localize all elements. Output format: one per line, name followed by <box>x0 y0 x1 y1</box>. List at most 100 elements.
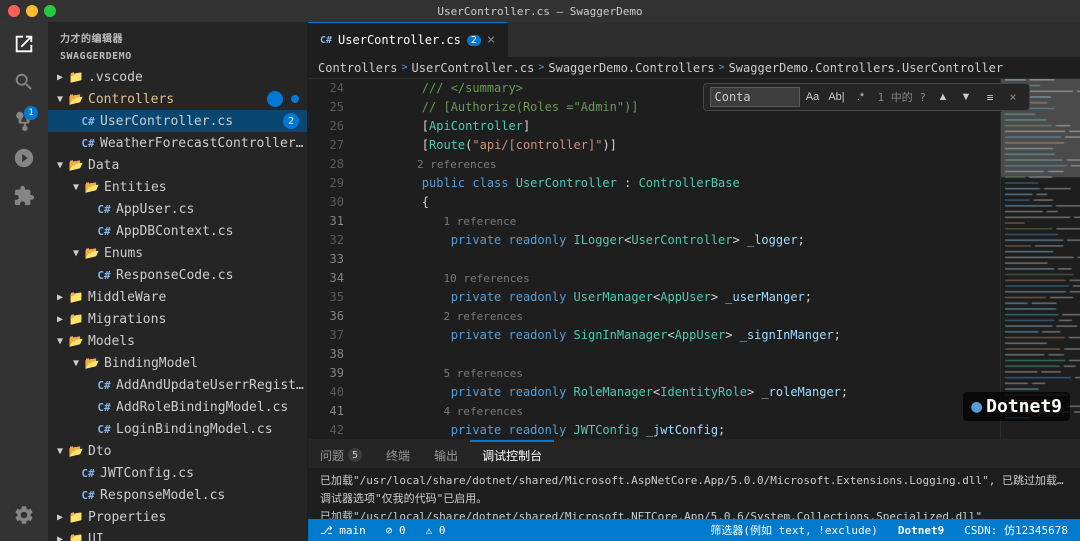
code-line: private readonly JWTConfig _jwtConfig; <box>356 421 1000 439</box>
code-line: [ApiController] <box>356 117 1000 136</box>
sidebar-item-controllers[interactable]: ▼ 📂 Controllers <box>48 88 307 110</box>
tab-close-icon[interactable]: × <box>487 32 495 48</box>
sidebar-item-middleware[interactable]: ▶ 📁 MiddleWare <box>48 286 307 308</box>
sidebar-item-vscode[interactable]: ▶ 📁 .vscode <box>48 66 307 88</box>
sidebar-item-addupdatemodel[interactable]: C# AddAndUpdateUserrRegisterBindingModel… <box>48 374 307 396</box>
maximize-button[interactable] <box>44 5 56 17</box>
breadcrumb-file[interactable]: UserController.cs <box>412 61 535 75</box>
collapse-arrow: ▶ <box>52 311 68 327</box>
status-dotnet9[interactable]: Dotnet9 <box>894 519 948 541</box>
sidebar-item-usercontroller[interactable]: C# UserController.cs 2 <box>48 110 307 132</box>
sidebar-item-migrations[interactable]: ▶ 📁 Migrations <box>48 308 307 330</box>
explorer-icon[interactable] <box>6 26 42 62</box>
sidebar-item-enums[interactable]: ▼ 📂 Enums <box>48 242 307 264</box>
panel-tab-output[interactable]: 输出 <box>422 440 470 468</box>
collapse-arrow: ▶ <box>52 509 68 525</box>
breadcrumb-namespace[interactable]: SwaggerDemo.Controllers <box>548 61 714 75</box>
line-numbers: 24 25 26 27 28 29 30 31 32 33 34 35 36 3… <box>308 79 356 439</box>
code-content[interactable]: /// </summary> // [Authorize(Roles ="Adm… <box>356 79 1000 439</box>
status-csdn[interactable]: CSDN: 仿12345678 <box>960 519 1072 541</box>
search-icon[interactable] <box>6 64 42 100</box>
code-line: 5 references <box>356 364 1000 383</box>
tab-badge: 2 <box>467 35 481 46</box>
folder-icon-open: 📂 <box>68 91 84 107</box>
breadcrumb-class[interactable]: SwaggerDemo.Controllers.UserController <box>729 61 1004 75</box>
sidebar-item-responsecode[interactable]: C# ResponseCode.cs <box>48 264 307 286</box>
find-widget: Aa Ab| .* 1 中的 ? ▲ ▼ ≡ × <box>703 83 1031 111</box>
editor-area: C# UserController.cs 2 × Controllers > U… <box>308 22 1080 541</box>
sidebar-item-appdbcontext[interactable]: C# AppDBContext.cs <box>48 220 307 242</box>
sidebar-item-responsemodel[interactable]: C# ResponseModel.cs <box>48 484 307 506</box>
find-prev-button[interactable]: ▲ <box>932 87 954 107</box>
sidebar-item-models[interactable]: ▼ 📂 Models <box>48 330 307 352</box>
status-errors[interactable]: ⊘ 0 <box>382 519 410 541</box>
debug-icon[interactable] <box>6 140 42 176</box>
status-filter[interactable]: 筛选器(例如 text, !exclude) <box>706 519 882 541</box>
minimize-button[interactable] <box>26 5 38 17</box>
collapse-arrow: ▼ <box>52 443 68 459</box>
status-branch[interactable]: ⎇ main <box>316 519 370 541</box>
root-label: SWAGGERDEMO <box>48 49 307 66</box>
code-editor: 24 25 26 27 28 29 30 31 32 33 34 35 36 3… <box>308 79 1080 439</box>
problem-count: 5 <box>348 448 362 462</box>
match-case-button[interactable]: Aa <box>802 87 824 107</box>
panel-line: 调试器选项"仅我的代码"已启用。 <box>320 490 1068 508</box>
cs-file-icon: C# <box>96 377 112 393</box>
collapse-arrow: ▼ <box>68 245 84 261</box>
sidebar-item-appuser[interactable]: C# AppUser.cs <box>48 198 307 220</box>
sidebar-item-data[interactable]: ▼ 📂 Data <box>48 154 307 176</box>
find-toggle-button[interactable]: ≡ <box>979 87 1001 107</box>
sidebar-item-jwtconfig[interactable]: C# JWTConfig.cs <box>48 462 307 484</box>
match-word-button[interactable]: Ab| <box>826 87 848 107</box>
panel-tab-problems[interactable]: 问题 5 <box>308 440 374 468</box>
cs-file-icon: C# <box>96 267 112 283</box>
minimap <box>1000 79 1080 439</box>
code-line: private readonly ILogger<UserController>… <box>356 231 1000 250</box>
folder-icon: 📂 <box>84 245 100 261</box>
sidebar-item-weathercontroller[interactable]: C# WeatherForecastController.cs <box>48 132 307 154</box>
close-button[interactable] <box>8 5 20 17</box>
panel-tabs: 问题 5 终端 输出 调试控制台 <box>308 440 1080 468</box>
source-control-icon[interactable]: 1 <box>6 102 42 138</box>
cs-file-icon: C# <box>96 399 112 415</box>
titlebar: UserController.cs — SwaggerDemo <box>0 0 1080 22</box>
sidebar: 力才的编辑器 SWAGGERDEMO ▶ 📁 .vscode ▼ 📂 Contr… <box>48 22 308 541</box>
find-next-button[interactable]: ▼ <box>955 87 977 107</box>
cs-file-icon: C# <box>80 465 96 481</box>
status-bar: ⎇ main ⊘ 0 ⚠ 0 筛选器(例如 text, !exclude) Do… <box>308 519 1080 541</box>
folder-icon: 📂 <box>84 179 100 195</box>
code-line <box>356 250 1000 269</box>
sidebar-item-addrolemodel[interactable]: C# AddRoleBindingModel.cs <box>48 396 307 418</box>
code-line: public class UserController : Controller… <box>356 174 1000 193</box>
watermark-icon: ● <box>971 396 982 417</box>
sidebar-item-loginmodel[interactable]: C# LoginBindingModel.cs <box>48 418 307 440</box>
settings-icon[interactable] <box>6 497 42 533</box>
folder-icon: 📂 <box>68 443 84 459</box>
sidebar-item-dto[interactable]: ▼ 📂 Dto <box>48 440 307 462</box>
cs-file-icon: C# <box>96 421 112 437</box>
sidebar-item-entities[interactable]: ▼ 📂 Entities <box>48 176 307 198</box>
code-line: 1 reference <box>356 212 1000 231</box>
breadcrumb-controllers[interactable]: Controllers <box>318 61 397 75</box>
collapse-arrow: ▶ <box>52 69 68 85</box>
breadcrumb: Controllers > UserController.cs > Swagge… <box>308 57 1080 79</box>
extensions-icon[interactable] <box>6 178 42 214</box>
panel-tab-debug[interactable]: 调试控制台 <box>470 440 554 468</box>
find-input[interactable] <box>710 87 800 107</box>
cs-file-icon: C# <box>80 113 96 129</box>
collapse-arrow: ▼ <box>52 333 68 349</box>
sidebar-item-ui[interactable]: ▶ 📁 UI <box>48 528 307 541</box>
sidebar-item-properties[interactable]: ▶ 📁 Properties <box>48 506 307 528</box>
cs-file-icon: C# <box>80 487 96 503</box>
panel-tab-terminal[interactable]: 终端 <box>374 440 422 468</box>
collapse-arrow: ▼ <box>52 157 68 173</box>
sidebar-item-bindingmodel[interactable]: ▼ 📂 BindingModel <box>48 352 307 374</box>
status-warnings[interactable]: ⚠ 0 <box>422 519 450 541</box>
use-regex-button[interactable]: .* <box>850 87 872 107</box>
status-right: 筛选器(例如 text, !exclude) Dotnet9 CSDN: 仿12… <box>706 519 1072 541</box>
tab-usercontroller[interactable]: C# UserController.cs 2 × <box>308 22 508 57</box>
folder-icon: 📁 <box>68 311 84 327</box>
find-close-button[interactable]: × <box>1003 87 1023 107</box>
collapse-arrow: ▼ <box>68 355 84 371</box>
collapse-arrow: ▼ <box>52 91 68 107</box>
